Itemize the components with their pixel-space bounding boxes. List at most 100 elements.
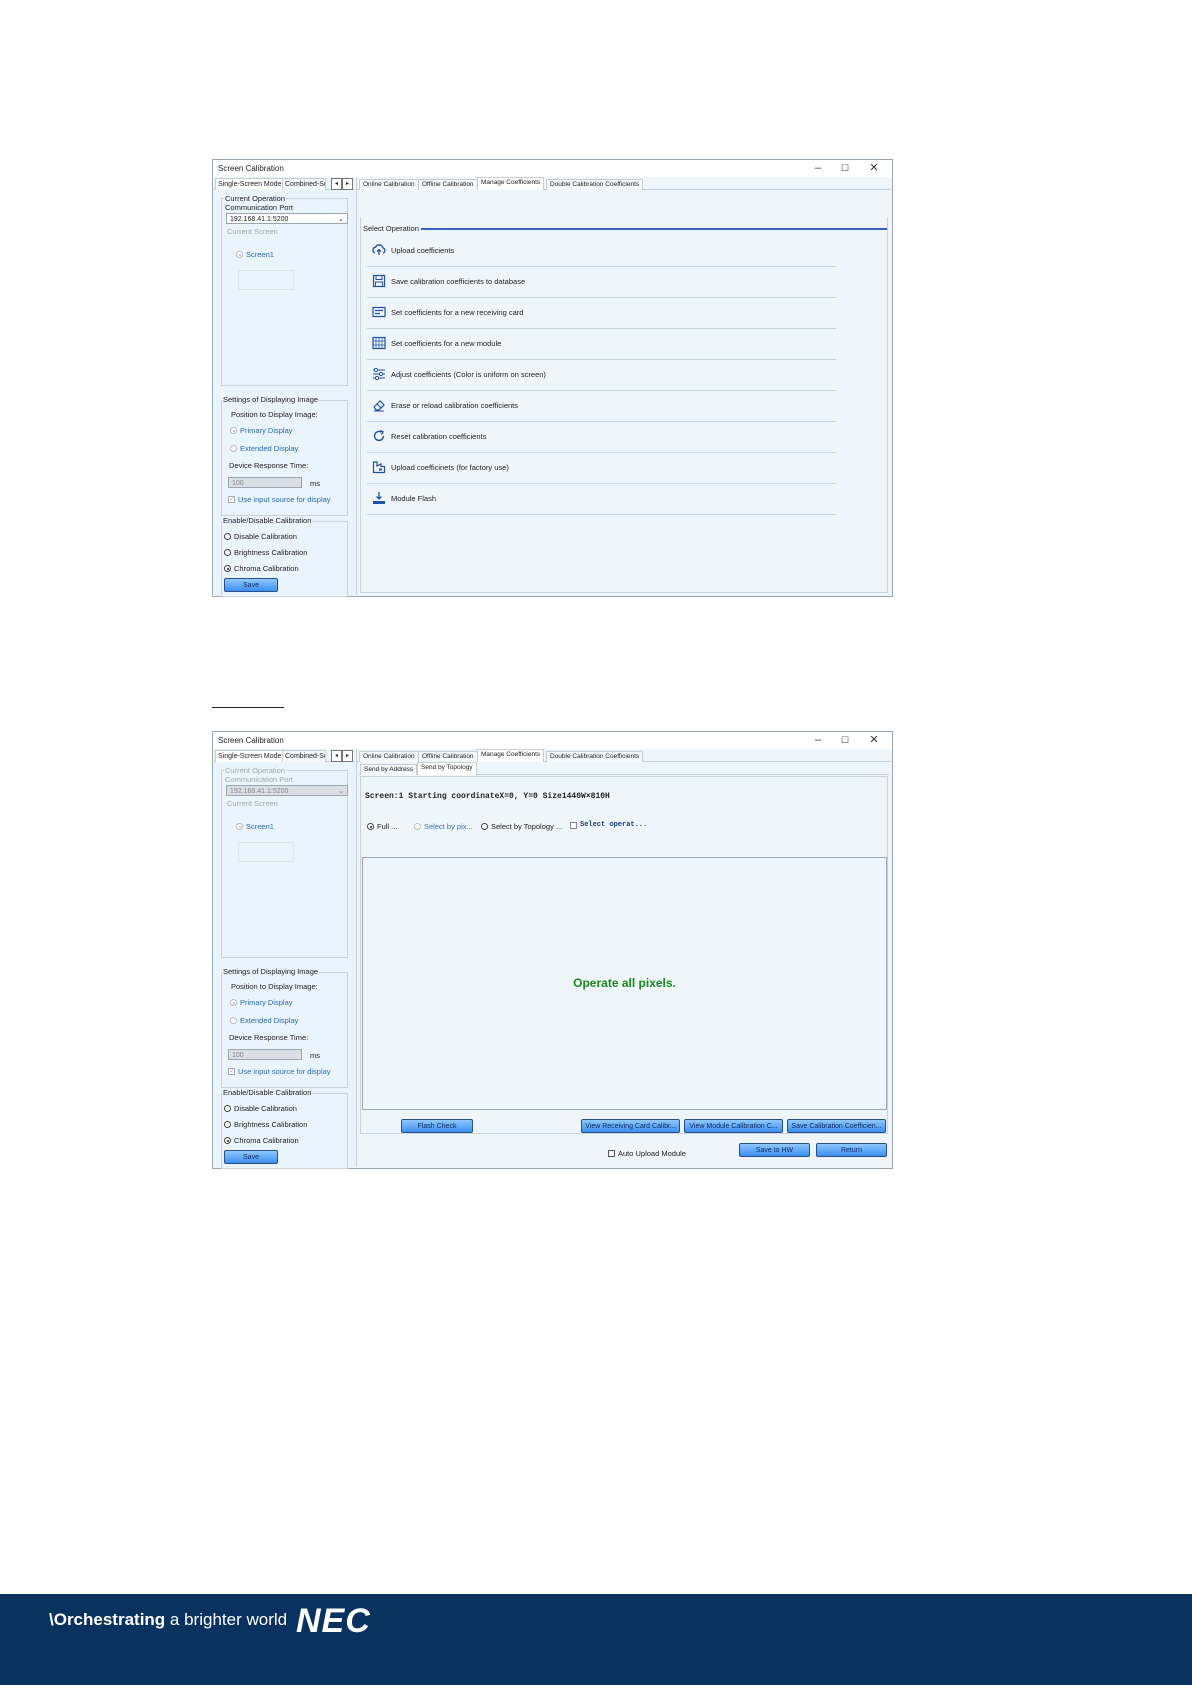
tagline-bold: \Orchestrating xyxy=(49,1610,166,1629)
tab-offline-calibration[interactable]: Offline Calibration xyxy=(418,179,478,190)
operation-label: Erase or reload calibration coefficients xyxy=(391,401,519,410)
tab-right-arrow-icon[interactable]: ▸ xyxy=(342,178,353,190)
operation-reset-coefficients[interactable]: Reset calibration coefficients xyxy=(367,421,836,453)
tab-online-calibration[interactable]: Online Calibration xyxy=(359,751,419,762)
view-receiving-card-button[interactable]: View Receiving Card Calibr... xyxy=(581,1119,680,1133)
input-source-checkbox[interactable]: ✓ Use input source for display xyxy=(228,495,331,504)
response-time-label: Device Response Time: xyxy=(228,461,310,470)
comm-port-label: Communication Port xyxy=(224,203,294,212)
display-settings-label: Settings of Displaying Image xyxy=(222,967,320,976)
tab-combined-screen[interactable]: Combined-Sc xyxy=(282,178,326,190)
chroma-calibration-label: Chroma Calibration xyxy=(234,1136,299,1145)
save-calibration-coefficients-button[interactable]: Save Calibration Coefficien... xyxy=(787,1119,886,1133)
brightness-calibration-radio[interactable]: Brightness Calibration xyxy=(224,1120,307,1129)
mode-select-pixel-radio[interactable]: Select by pix... xyxy=(414,822,473,831)
pixel-canvas[interactable]: Operate all pixels. xyxy=(362,857,887,1110)
operation-label: Save calibration coefficients to databas… xyxy=(391,277,526,286)
right-panel: Online Calibration Offline Calibration M… xyxy=(356,749,891,1167)
select-operation-checkbox[interactable]: Select operat... xyxy=(570,821,647,829)
maximize-icon[interactable]: ☐ xyxy=(833,161,857,176)
tab-double-calibration[interactable]: Double Calibration Coefficients xyxy=(546,179,644,190)
tab-left-arrow-icon[interactable]: ◂ xyxy=(331,178,342,190)
tab-send-by-address[interactable]: Send by Address xyxy=(360,764,418,775)
window-title: Screen Calibration xyxy=(218,164,284,173)
primary-display-radio[interactable]: Primary Display xyxy=(230,998,293,1007)
tab-combined-screen[interactable]: Combined-Sc xyxy=(282,750,326,762)
tab-send-by-topology[interactable]: Send by Topology xyxy=(417,762,477,775)
operation-upload-coefficients[interactable]: Upload coefficients xyxy=(367,235,836,267)
left-panel: Single-Screen Mode Combined-Sc ◂ ▸ Curre… xyxy=(214,749,355,1169)
radio-icon xyxy=(230,999,237,1006)
operation-erase-reload[interactable]: Erase or reload calibration coefficients xyxy=(367,390,836,422)
upload-cloud-icon xyxy=(372,244,386,255)
screen1-radio[interactable]: Screen1 xyxy=(236,822,274,831)
primary-display-radio[interactable]: Primary Display xyxy=(230,426,293,435)
save-button[interactable]: Save xyxy=(224,1150,278,1164)
checkbox-icon xyxy=(608,1150,615,1157)
comm-port-select[interactable]: 192.168.41.1:5200 ⌄ xyxy=(226,785,348,796)
response-time-spinner[interactable]: 100 xyxy=(228,477,302,488)
current-screen-label: Current Screen xyxy=(226,799,279,808)
operation-adjust-coefficients[interactable]: Adjust coefficients (Color is uniform on… xyxy=(367,359,836,391)
mode-full-radio[interactable]: Full ... xyxy=(367,822,397,831)
select-operation-line xyxy=(421,228,887,230)
operation-save-to-database[interactable]: Save calibration coefficients to databas… xyxy=(367,266,836,298)
tab-online-calibration[interactable]: Online Calibration xyxy=(359,179,419,190)
flash-check-button[interactable]: Flash Check xyxy=(401,1119,473,1133)
minimize-icon[interactable]: – xyxy=(806,733,830,748)
extended-display-radio[interactable]: Extended Display xyxy=(230,444,298,453)
primary-display-label: Primary Display xyxy=(240,998,293,1007)
radio-icon xyxy=(230,427,237,434)
operation-label: Set coefficients for a new module xyxy=(391,339,502,348)
right-tab-bar: Online Calibration Offline Calibration M… xyxy=(357,749,891,762)
disable-calibration-radio[interactable]: Disable Calibration xyxy=(224,1104,297,1113)
tab-double-calibration[interactable]: Double Calibration Coefficients xyxy=(546,751,644,762)
response-time-spinner[interactable]: 100 xyxy=(228,1049,302,1060)
title-bar: Screen Calibration – ☐ ✕ xyxy=(213,160,892,177)
nec-logo: NEC xyxy=(296,1602,371,1640)
view-module-calibration-button[interactable]: View Module Calibration C... xyxy=(684,1119,783,1133)
radio-icon xyxy=(230,445,237,452)
receiving-card-icon xyxy=(372,306,386,318)
extended-display-radio[interactable]: Extended Display xyxy=(230,1016,298,1025)
tab-left-arrow-icon[interactable]: ◂ xyxy=(331,750,342,762)
disable-calibration-radio[interactable]: Disable Calibration xyxy=(224,532,297,541)
screen1-radio[interactable]: Screen1 xyxy=(236,250,274,259)
operation-module-flash[interactable]: Module Flash xyxy=(367,483,836,515)
tab-single-screen[interactable]: Single-Screen Mode xyxy=(215,178,285,190)
brightness-calibration-radio[interactable]: Brightness Calibration xyxy=(224,548,307,557)
extended-display-label: Extended Display xyxy=(240,1016,299,1025)
input-source-checkbox[interactable]: ✓ Use input source for display xyxy=(228,1067,331,1076)
ms-unit-label: ms xyxy=(309,479,321,488)
operation-factory-upload[interactable]: Upload coefficinets (for factory use) xyxy=(367,452,836,484)
chroma-calibration-radio[interactable]: Chroma Calibration xyxy=(224,564,299,573)
return-button[interactable]: Return xyxy=(816,1143,887,1157)
current-screen-label: Current Screen xyxy=(226,227,279,236)
operation-label: Upload coefficients xyxy=(391,246,455,255)
tab-single-screen[interactable]: Single-Screen Mode xyxy=(215,750,285,762)
auto-upload-module-label: Auto Upload Module xyxy=(618,1149,686,1158)
reset-icon xyxy=(373,429,385,442)
brightness-calibration-label: Brightness Calibration xyxy=(234,1120,308,1129)
radio-icon xyxy=(224,533,231,540)
tab-offline-calibration[interactable]: Offline Calibration xyxy=(418,751,478,762)
operation-new-receiving-card[interactable]: Set coefficients for a new receiving car… xyxy=(367,297,836,329)
close-icon[interactable]: ✕ xyxy=(862,161,886,176)
comm-port-select[interactable]: 192.168.41.1:5200 ⌄ xyxy=(226,213,348,224)
operation-label: Upload coefficinets (for factory use) xyxy=(391,463,509,472)
auto-upload-module-checkbox[interactable]: Auto Upload Module xyxy=(608,1149,686,1158)
chroma-calibration-radio[interactable]: Chroma Calibration xyxy=(224,1136,299,1145)
save-button[interactable]: Save xyxy=(224,578,278,592)
minimize-icon[interactable]: – xyxy=(806,161,830,176)
screen-preview-box xyxy=(238,842,294,862)
mode-select-topology-radio[interactable]: Select by Topology ... xyxy=(481,822,562,831)
close-icon[interactable]: ✕ xyxy=(862,733,886,748)
operation-new-module[interactable]: Set coefficients for a new module xyxy=(367,328,836,360)
tab-manage-coefficients[interactable]: Manage Coefficients xyxy=(477,749,545,762)
current-operation-label: Current Operation xyxy=(224,194,287,203)
maximize-icon[interactable]: ☐ xyxy=(833,733,857,748)
save-to-hw-button[interactable]: Save to HW xyxy=(739,1143,810,1157)
tagline-rest: a brighter world xyxy=(165,1610,288,1629)
tab-right-arrow-icon[interactable]: ▸ xyxy=(342,750,353,762)
tab-manage-coefficients[interactable]: Manage Coefficients xyxy=(477,177,545,190)
